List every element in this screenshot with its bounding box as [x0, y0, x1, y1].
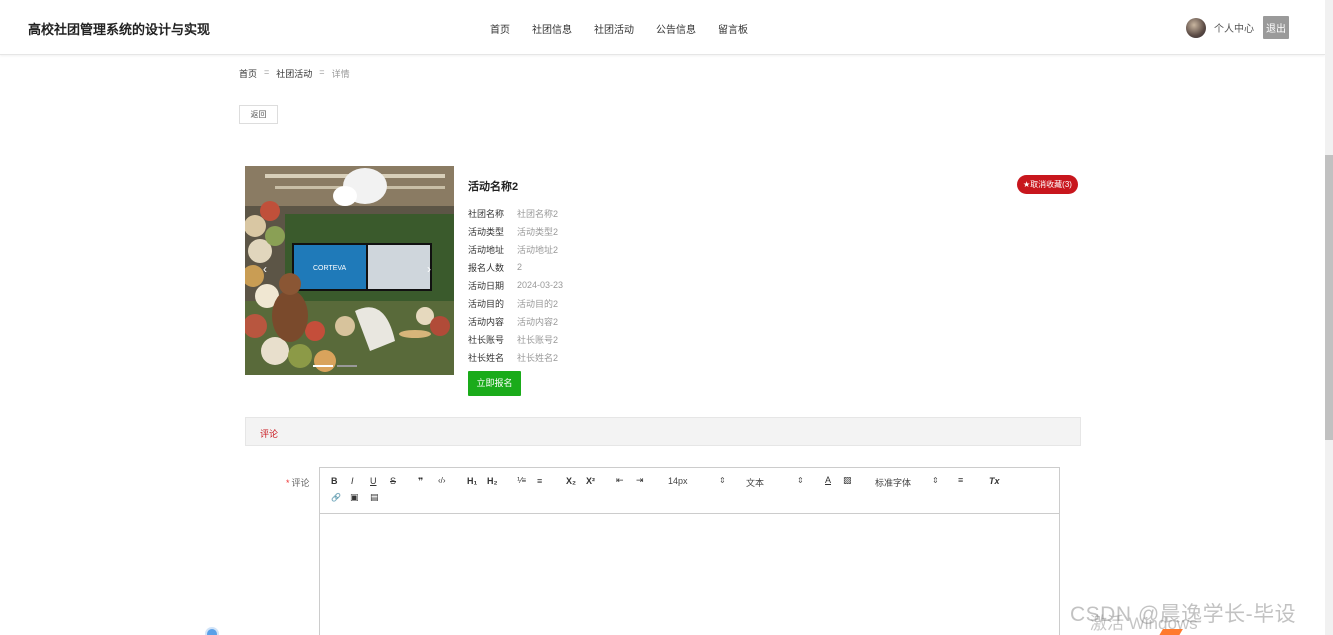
field-label: 活动日期: [468, 280, 505, 291]
activity-fields: 社团名称 社团名称2 活动类型 活动类型2 活动地址 活动地址2 报名人数 2 活动日期…: [468, 204, 563, 367]
subscript-icon[interactable]: X₂: [566, 476, 576, 486]
logout-button[interactable]: 退出: [1263, 16, 1289, 39]
field-value: 活动目的2: [517, 299, 559, 310]
image-icon[interactable]: ▣: [350, 492, 359, 503]
site-title: 高校社团管理系统的设计与实现: [28, 22, 211, 37]
breadcrumb-separator: =: [264, 67, 270, 77]
field-row: 活动目的 活动目的2: [468, 294, 563, 312]
bold-icon[interactable]: B: [331, 476, 338, 486]
editor-toolbar: B I U S ❞ ‹/› H₁ H₂ ⅟≡ ≡ X₂ X² ⇤ ⇥ 14px …: [320, 468, 1059, 514]
ordered-list-icon[interactable]: ⅟≡: [517, 476, 526, 485]
underline-icon[interactable]: U: [370, 476, 377, 486]
nav-club-activities[interactable]: 社团活动: [594, 21, 634, 36]
back-button[interactable]: 返回: [239, 105, 278, 124]
required-mark: *: [286, 478, 290, 488]
breadcrumb-section[interactable]: 社团活动: [276, 67, 312, 80]
font-family-select[interactable]: 标准字体: [875, 476, 911, 489]
breadcrumb: 首页 = 社团活动 = 详情: [239, 67, 350, 80]
field-label: 活动地址: [468, 244, 505, 255]
nav-club-info[interactable]: 社团信息: [532, 21, 572, 36]
field-label: 活动目的: [468, 299, 505, 310]
image-brand-text: CORTEVA: [313, 265, 347, 272]
heading1-icon[interactable]: H₁: [467, 476, 477, 486]
field-label: 社长账号: [468, 335, 505, 346]
field-label: 报名人数: [468, 262, 505, 273]
field-value: 社团名称2: [517, 208, 559, 219]
nav-message-board[interactable]: 留言板: [718, 21, 748, 36]
scrollbar-thumb[interactable]: [1325, 155, 1333, 440]
block-format-select[interactable]: 文本: [746, 476, 764, 489]
field-value: 社长姓名2: [517, 353, 559, 364]
activity-photo: CORTEVA ‹ ›: [245, 166, 454, 375]
corner-decoration: [1157, 629, 1183, 635]
field-value: 活动内容2: [517, 317, 559, 328]
field-label: 活动内容: [468, 317, 505, 328]
breadcrumb-home[interactable]: 首页: [239, 67, 257, 80]
field-value: 活动地址2: [517, 244, 559, 255]
rich-text-editor: B I U S ❞ ‹/› H₁ H₂ ⅟≡ ≡ X₂ X² ⇤ ⇥ 14px …: [319, 467, 1060, 635]
video-icon[interactable]: ▤: [370, 492, 379, 503]
blockquote-icon[interactable]: ❞: [418, 476, 423, 487]
font-family-arrow-icon[interactable]: ⇕: [932, 476, 939, 485]
field-row: 活动类型 活动类型2: [468, 222, 563, 240]
activity-image-carousel[interactable]: CORTEVA ‹ ›: [245, 166, 454, 375]
italic-icon[interactable]: I: [351, 476, 354, 486]
breadcrumb-separator: =: [319, 67, 325, 77]
top-navbar: 高校社团管理系统的设计与实现 首页 社团信息 社团活动 公告信息 留言板 个人中…: [0, 0, 1325, 55]
field-label: 社团名称: [468, 208, 505, 219]
field-row: 活动内容 活动内容2: [468, 313, 563, 331]
main-nav: 首页 社团信息 社团活动 公告信息 留言板: [490, 21, 770, 36]
field-row: 社长姓名 社长姓名2: [468, 349, 563, 367]
field-label: 活动类型: [468, 226, 505, 237]
user-area: 个人中心 退出: [1186, 16, 1289, 39]
user-center-link[interactable]: 个人中心: [1214, 20, 1254, 35]
csdn-watermark: CSDN @晨逸学长-毕设: [1070, 603, 1297, 626]
bullet-list-icon[interactable]: ≡: [537, 476, 542, 486]
field-value: 活动类型2: [517, 226, 559, 237]
nav-announcements[interactable]: 公告信息: [656, 21, 696, 36]
background-color-icon[interactable]: ▨: [843, 475, 852, 486]
superscript-icon[interactable]: X²: [586, 476, 595, 486]
link-icon[interactable]: 🔗: [331, 493, 341, 502]
field-value: 2024-03-23: [517, 280, 564, 291]
comment-field-label: * 评论: [286, 476, 310, 489]
comment-section-title: 评论: [260, 429, 279, 439]
comment-section-header: 评论: [245, 417, 1081, 446]
activity-title: 活动名称2: [468, 181, 519, 193]
field-label: 社长姓名: [468, 353, 505, 364]
field-row: 报名人数 2: [468, 258, 563, 276]
svg-text:‹: ‹: [263, 262, 267, 276]
code-block-icon[interactable]: ‹/›: [438, 476, 446, 485]
floating-assistant-icon[interactable]: [205, 627, 219, 635]
block-format-arrow-icon[interactable]: ⇕: [797, 476, 804, 485]
nav-home[interactable]: 首页: [490, 21, 510, 36]
font-color-icon[interactable]: A: [825, 475, 831, 485]
font-size-arrow-icon[interactable]: ⇕: [719, 476, 726, 485]
indent-icon[interactable]: ⇥: [636, 475, 644, 486]
field-value: 2: [517, 262, 523, 273]
strikethrough-icon[interactable]: S: [390, 476, 396, 486]
font-size-select[interactable]: 14px: [668, 476, 688, 486]
unfavorite-button[interactable]: ★取消收藏(3): [1017, 175, 1078, 194]
field-row: 活动地址 活动地址2: [468, 240, 563, 258]
svg-text:›: ›: [427, 262, 431, 276]
comment-editor-area[interactable]: [320, 514, 1059, 635]
breadcrumb-current: 详情: [331, 69, 350, 79]
field-row: 社团名称 社团名称2: [468, 204, 563, 222]
clear-format-icon[interactable]: Tx: [989, 476, 1000, 486]
avatar[interactable]: [1186, 17, 1206, 38]
field-value: 社长账号2: [517, 335, 559, 346]
field-row: 活动日期 2024-03-23: [468, 276, 563, 294]
outdent-icon[interactable]: ⇤: [616, 475, 624, 486]
page-scrollbar[interactable]: [1325, 0, 1333, 635]
field-row: 社长账号 社长账号2: [468, 331, 563, 349]
comment-label-text: 评论: [291, 478, 310, 488]
heading2-icon[interactable]: H₂: [487, 476, 498, 486]
signup-button[interactable]: 立即报名: [468, 371, 521, 396]
align-icon[interactable]: ≡: [958, 475, 963, 485]
